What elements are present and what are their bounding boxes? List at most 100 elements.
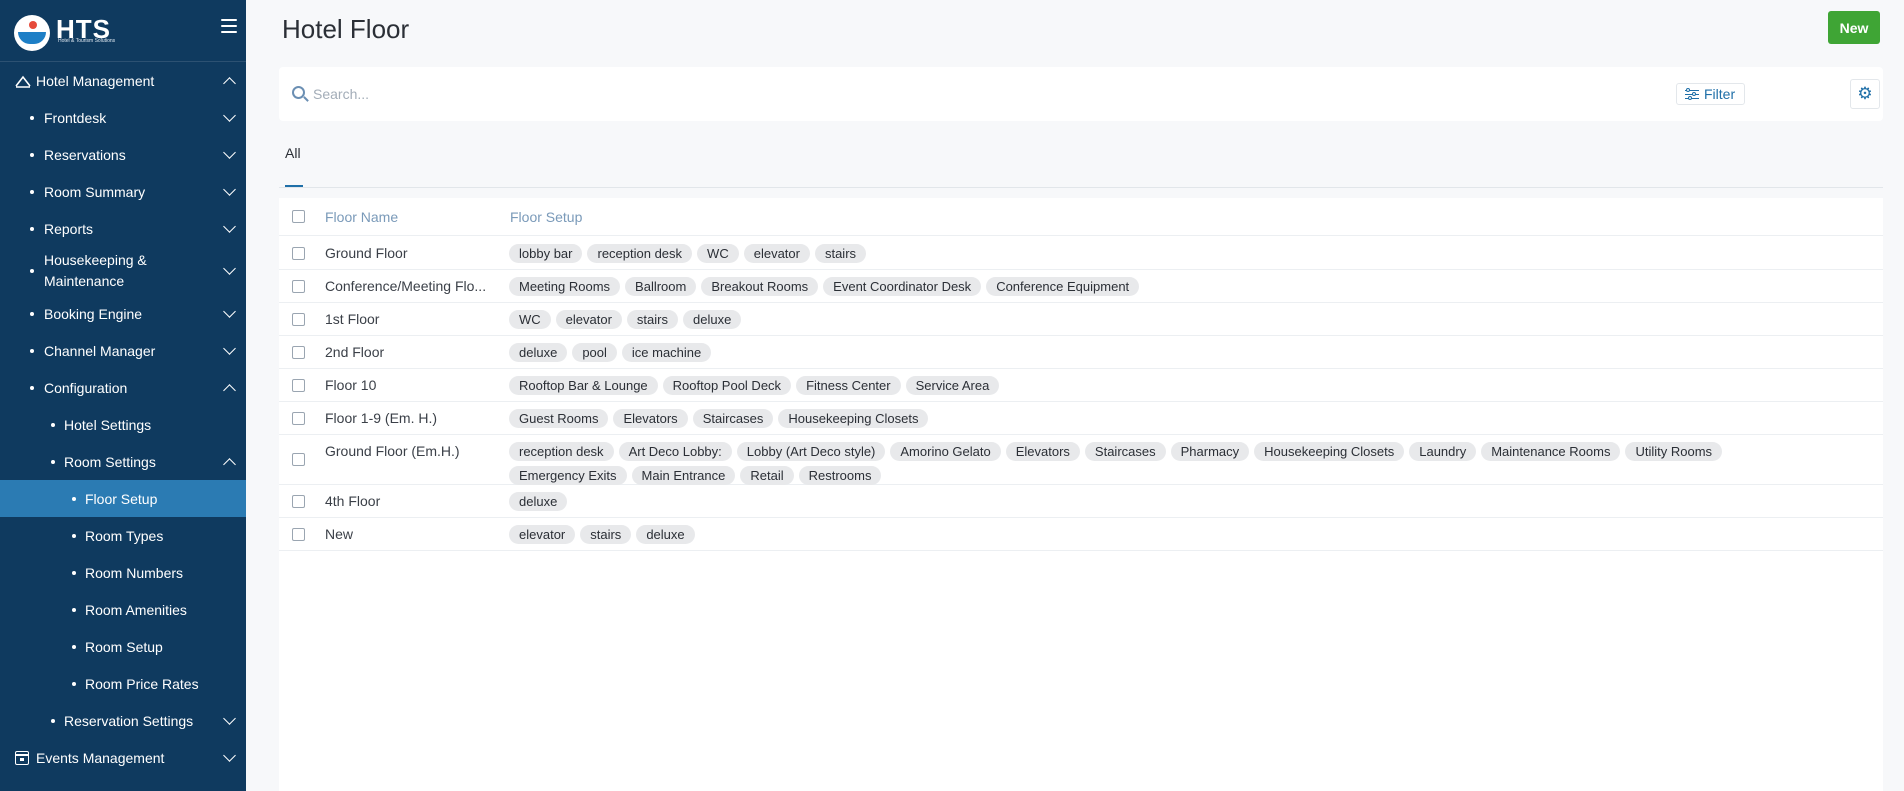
table-row[interactable]: 2nd Floor deluxe pool ice machine [279,336,1883,369]
sidebar-item-booking-engine[interactable]: Booking Engine [0,295,246,332]
row-checkbox[interactable] [292,412,305,425]
sidebar-item-floor-setup[interactable]: Floor Setup [0,480,246,517]
filter-label: Filter [1704,86,1736,102]
setup-tag: Art Deco Lobby: [618,442,732,461]
floor-setup-tags: Rooftop Bar & Lounge Rooftop Pool Deck Fit… [509,376,1849,400]
bullet-icon [72,496,76,501]
chevron-up-icon[interactable] [223,457,236,471]
sidebar-item-label: Reservations [44,146,126,163]
page-title: Hotel Floor [282,14,410,44]
settings-button[interactable]: ⚙ [1850,79,1880,109]
chevron-down-icon[interactable] [223,182,236,196]
floor-name[interactable]: Floor 10 [325,377,497,393]
chevron-up-icon[interactable] [223,76,236,90]
floor-name[interactable]: Floor 1-9 (Em. H.) [325,410,497,426]
row-checkbox[interactable] [292,528,305,541]
row-checkbox[interactable] [292,346,305,359]
sidebar-item-room-price-rates[interactable]: Room Price Rates [0,665,246,702]
sidebar-item-room-summary[interactable]: Room Summary [0,173,246,210]
row-checkbox[interactable] [292,247,305,260]
sidebar-item-room-setup[interactable]: Room Setup [0,628,246,665]
table-row[interactable]: Floor 1-9 (Em. H.) Guest Rooms Elevators St… [279,402,1883,435]
sidebar-item-label: Room Settings [64,453,156,470]
column-header-floor-name[interactable]: Floor Name [325,209,398,225]
table-row[interactable]: Floor 10 Rooftop Bar & Lounge Rooftop Pool… [279,369,1883,402]
sidebar-item-channel-manager[interactable]: Channel Manager [0,332,246,369]
chevron-down-icon[interactable] [223,108,236,122]
sidebar-item-reservation-settings[interactable]: Reservation Settings [0,702,246,739]
floor-name[interactable]: Ground Floor (Em.H.) [325,443,497,459]
setup-tag: Rooftop Bar & Lounge [509,376,658,395]
sidebar-item-room-settings[interactable]: Room Settings [0,443,246,480]
select-all-checkbox[interactable] [292,210,305,223]
floor-name[interactable]: New [325,526,497,542]
chevron-down-icon[interactable] [223,262,236,275]
sidebar-item-frontdesk[interactable]: Frontdesk [0,99,246,136]
table-row[interactable]: 4th Floor deluxe [279,485,1883,518]
setup-tag: elevator [743,244,810,263]
bullet-icon [72,681,76,686]
floor-name[interactable]: 2nd Floor [325,344,497,360]
sidebar-item-label: Room Numbers [85,564,184,581]
sidebar-item-room-amenities[interactable]: Room Amenities [0,591,246,628]
bullet-icon [30,311,34,316]
tab-all[interactable]: All [285,145,301,161]
sidebar-item-hotel-settings[interactable]: Hotel Settings [0,406,246,443]
setup-tag: Staircases [1084,442,1166,461]
sidebar-item-configuration[interactable]: Configuration [0,369,246,406]
setup-tag: Lobby (Art Deco style) [736,442,886,461]
filter-button[interactable]: Filter [1676,83,1745,105]
setup-tag: deluxe [509,343,568,362]
bullet-icon [30,348,34,353]
chevron-down-icon[interactable] [223,145,236,159]
bullet-icon [72,607,76,612]
sidebar-item-label: Room Types [85,527,164,544]
table-header: Floor Name Floor Setup [279,198,1883,236]
row-checkbox[interactable] [292,280,305,293]
floor-name[interactable]: Conference/Meeting Flo... [325,278,497,294]
floor-name[interactable]: 4th Floor [325,493,497,509]
new-button[interactable]: New [1828,11,1880,44]
menu-icon[interactable] [221,19,237,33]
chevron-down-icon[interactable] [223,219,236,233]
table-row[interactable]: Ground Floor (Em.H.) reception desk Art De… [279,435,1883,485]
sidebar-item-room-numbers[interactable]: Room Numbers [0,554,246,591]
brand-tagline: Hotel & Tourism Solutions [58,38,116,44]
sidebar-item-reservations[interactable]: Reservations [0,136,246,173]
setup-tag: Elevators [613,409,688,428]
chevron-down-icon[interactable] [223,748,236,762]
sidebar-item-label: Housekeeping & Maintenance [44,252,147,289]
table-row[interactable]: Conference/Meeting Flo... Meeting Rooms Ba… [279,270,1883,303]
bullet-icon [72,533,76,538]
table-row[interactable]: Ground Floor lobby bar reception desk WC ele… [279,237,1883,270]
sidebar-item-room-types[interactable]: Room Types [0,517,246,554]
sidebar-item-reports[interactable]: Reports [0,210,246,247]
column-header-floor-setup[interactable]: Floor Setup [510,209,582,225]
sidebar-item-housekeeping-maintenance[interactable]: Housekeeping & Maintenance [0,247,246,295]
setup-tag: Restrooms [798,466,882,485]
row-checkbox[interactable] [292,313,305,326]
row-checkbox[interactable] [292,453,305,466]
bullet-icon [72,570,76,575]
tab-divider [279,187,1883,188]
row-checkbox[interactable] [292,495,305,508]
floor-setup-tags: lobby bar reception desk WC elevator stairs [509,244,1849,268]
chevron-down-icon[interactable] [223,304,236,318]
setup-tag: Laundry [1409,442,1477,461]
table-row[interactable]: 1st Floor WC elevator stairs deluxe [279,303,1883,336]
floor-name[interactable]: Ground Floor [325,245,497,261]
chevron-down-icon[interactable] [223,341,236,355]
setup-tag: Event Coordinator Desk [823,277,982,296]
sidebar-item-hotel-management[interactable]: Hotel Management [0,62,246,99]
setup-tag: deluxe [509,492,568,511]
row-checkbox[interactable] [292,379,305,392]
sidebar-item-events-management[interactable]: Events Management [0,739,246,776]
search-input[interactable] [313,84,1613,104]
chevron-down-icon[interactable] [223,711,236,725]
chevron-up-icon[interactable] [223,383,236,397]
setup-tag: Service Area [905,376,1000,395]
setup-tag: lobby bar [509,244,583,263]
floor-name[interactable]: 1st Floor [325,311,497,327]
table-row[interactable]: New elevator stairs deluxe [279,518,1883,551]
bullet-icon [30,226,34,231]
